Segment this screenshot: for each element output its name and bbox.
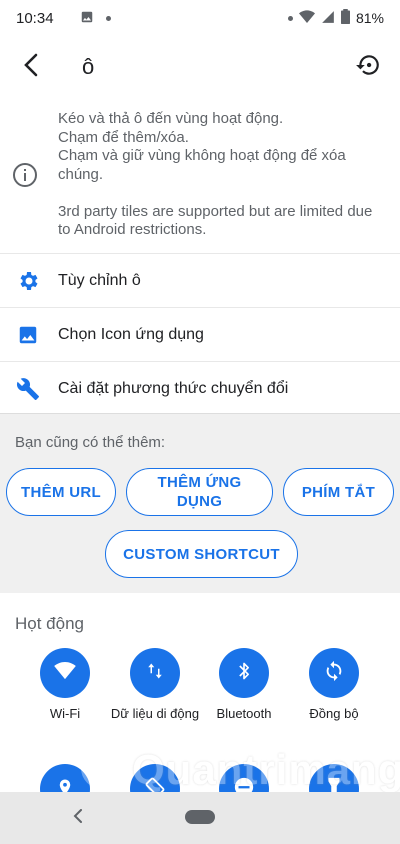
menu-item-label: Chọn Icon ứng dụng: [58, 325, 204, 343]
image-icon: [80, 10, 94, 27]
menu-item-label: Cài đặt phương thức chuyển đổi: [58, 379, 289, 397]
menu-item-customize-tiles[interactable]: Tùy chỉnh ô: [0, 253, 400, 307]
active-tiles-section: Họt động Wi-Fi Dữ liệu di động Bluetooth: [0, 598, 400, 814]
custom-shortcut-button[interactable]: CUSTOM SHORTCUT: [105, 530, 298, 578]
info-line: Chạm để thêm/xóa.: [58, 128, 189, 146]
add-section-heading: Bạn cũng có thể thêm:: [15, 434, 166, 451]
tile-circle: [40, 648, 90, 698]
nav-back-button[interactable]: [66, 806, 90, 830]
info-text: Kéo và thả ô đến vùng hoạt động. Chạm để…: [58, 110, 388, 240]
active-section-heading: Họt động: [15, 614, 84, 633]
tile-circle: [130, 648, 180, 698]
dot-icon: [287, 15, 293, 21]
status-bar: 10:34 81%: [0, 0, 400, 36]
tile-wifi[interactable]: Wi-Fi: [20, 648, 110, 721]
back-button[interactable]: [4, 39, 60, 95]
arrow-back-icon: [21, 53, 43, 82]
info-line: Chạm và giữ vùng không hoạt động để xóa …: [58, 147, 346, 183]
tile-circle: [219, 648, 269, 698]
info-block: Kéo và thả ô đến vùng hoạt động. Chạm để…: [0, 110, 400, 252]
tile-circle: [309, 648, 359, 698]
menu-item-toggle-method[interactable]: Cài đặt phương thức chuyển đổi: [0, 361, 400, 415]
restore-icon: [355, 52, 381, 83]
tile-mobile-data[interactable]: Dữ liệu di động: [110, 648, 200, 721]
page-title: ô: [82, 54, 95, 79]
nav-home-button[interactable]: [185, 810, 215, 824]
info-line: 3rd party tiles are supported but are li…: [58, 202, 373, 239]
app-bar: ô: [0, 36, 400, 98]
add-url-button[interactable]: THÊM URL: [6, 468, 116, 516]
tile-bluetooth[interactable]: Bluetooth: [199, 648, 289, 721]
sync-icon: [323, 660, 345, 687]
info-line: Kéo và thả ô đến vùng hoạt động.: [58, 110, 284, 127]
wifi-icon: [54, 661, 76, 685]
status-time: 10:34: [16, 9, 54, 27]
wifi-icon: [298, 9, 315, 27]
gear-icon: [0, 269, 56, 293]
chevron-left-icon: [72, 808, 84, 828]
navigation-bar: [0, 792, 400, 844]
info-icon: [12, 162, 38, 193]
tile-sync[interactable]: Đồng bộ: [289, 648, 379, 721]
shortcut-button[interactable]: PHÍM TẮT: [283, 468, 394, 516]
bluetooth-icon: [236, 661, 252, 686]
mobile-data-icon: [146, 662, 164, 685]
tile-label: Đồng bộ: [309, 706, 359, 721]
add-section: Bạn cũng có thể thêm: THÊM URL THÊM ỨNG …: [0, 413, 400, 593]
wrench-icon: [0, 377, 56, 401]
add-app-button[interactable]: THÊM ỨNG DỤNG: [126, 468, 273, 516]
battery-icon: [340, 9, 350, 27]
dot-icon: [105, 15, 111, 21]
reset-button[interactable]: [344, 43, 392, 91]
menu-list: Tùy chỉnh ô Chọn Icon ứng dụng Cài đặt p…: [0, 253, 400, 415]
menu-item-label: Tùy chỉnh ô: [58, 271, 141, 289]
tile-label: Wi-Fi: [49, 706, 81, 721]
tile-label: Bluetooth: [216, 706, 272, 721]
battery-level: 81%: [355, 10, 384, 26]
image-icon: [0, 324, 56, 346]
menu-item-choose-app-icon[interactable]: Chọn Icon ứng dụng: [0, 307, 400, 361]
signal-icon: [321, 10, 335, 27]
tile-label: Dữ liệu di động: [110, 706, 200, 721]
